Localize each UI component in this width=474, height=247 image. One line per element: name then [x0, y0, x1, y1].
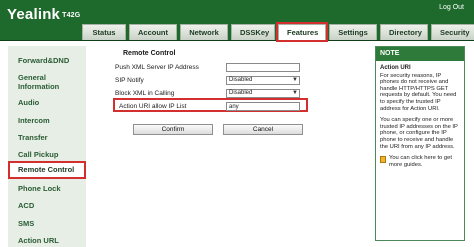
push-xml-server-input[interactable]	[226, 63, 300, 72]
sidebar-item-sms[interactable]: SMS	[8, 219, 86, 228]
sidebar-item-general-information[interactable]: General Information	[8, 73, 68, 91]
brand-name: Yealink	[7, 6, 61, 23]
sidebar: Forward&DND General Information Audio In…	[8, 46, 86, 247]
tab-directory[interactable]: Directory	[380, 24, 428, 40]
sidebar-item-audio[interactable]: Audio	[8, 98, 86, 107]
top-header: Yealink T42G Log Out Status Account Netwo…	[0, 0, 474, 42]
tab-account[interactable]: Account	[129, 24, 177, 40]
cancel-button[interactable]: Cancel	[223, 124, 303, 135]
sip-notify-label: SIP Notify	[115, 77, 144, 84]
document-icon	[380, 156, 386, 164]
block-xml-label: Block XML in Calling	[115, 90, 175, 97]
logout-link[interactable]: Log Out	[439, 4, 464, 11]
action-uri-allow-ip-input[interactable]	[226, 102, 300, 111]
chevron-down-icon: ▼	[292, 77, 298, 83]
sip-notify-select[interactable]: Disabled ▼	[226, 76, 300, 85]
tab-dsskey[interactable]: DSSKey	[231, 24, 275, 40]
confirm-button[interactable]: Confirm	[133, 124, 213, 135]
block-xml-select[interactable]: Disabled ▼	[226, 89, 300, 98]
remote-control-panel: Remote Control Push XML Server IP Addres…	[113, 46, 365, 196]
action-uri-label: Action URI allow IP List	[119, 103, 187, 110]
note-paragraph-1: For security reasons, IP phones do not r…	[380, 72, 457, 112]
sidebar-item-transfer[interactable]: Transfer	[8, 133, 86, 142]
chevron-down-icon: ▼	[292, 90, 298, 96]
sidebar-item-phone-lock[interactable]: Phone Lock	[8, 184, 86, 193]
sidebar-item-call-pickup[interactable]: Call Pickup	[8, 150, 86, 159]
main-tabs: Status Account Network DSSKey Features S…	[82, 22, 474, 42]
sidebar-item-remote-control[interactable]: Remote Control	[8, 161, 86, 179]
sidebar-item-intercom[interactable]: Intercom	[8, 116, 86, 125]
sidebar-item-forward-dnd[interactable]: Forward&DND	[8, 56, 86, 65]
sip-notify-value: Disabled	[226, 76, 300, 85]
block-xml-value: Disabled	[226, 89, 300, 98]
model-label: T42G	[62, 11, 81, 19]
note-guide-link[interactable]: You can click here to get more guides.	[380, 155, 460, 168]
tab-security[interactable]: Security	[431, 24, 474, 40]
note-body: Action URI For security reasons, IP phon…	[376, 61, 464, 168]
tab-settings[interactable]: Settings	[329, 24, 377, 40]
push-xml-label: Push XML Server IP Address	[115, 64, 199, 71]
note-panel: NOTE Action URI For security reasons, IP…	[375, 46, 465, 241]
tab-features[interactable]: Features	[276, 22, 328, 42]
tab-network[interactable]: Network	[180, 24, 228, 40]
sidebar-item-action-url[interactable]: Action URL	[8, 236, 86, 245]
note-title: Action URI	[380, 65, 411, 71]
note-header: NOTE	[376, 47, 464, 61]
tab-status[interactable]: Status	[82, 24, 126, 40]
note-paragraph-2: You can specify one or more trusted IP a…	[380, 117, 458, 150]
brand-logo: Yealink T42G	[7, 6, 80, 23]
note-guide-text: You can click here to get more guides.	[389, 155, 452, 168]
section-title: Remote Control	[123, 50, 176, 57]
sidebar-item-acd[interactable]: ACD	[8, 201, 86, 210]
